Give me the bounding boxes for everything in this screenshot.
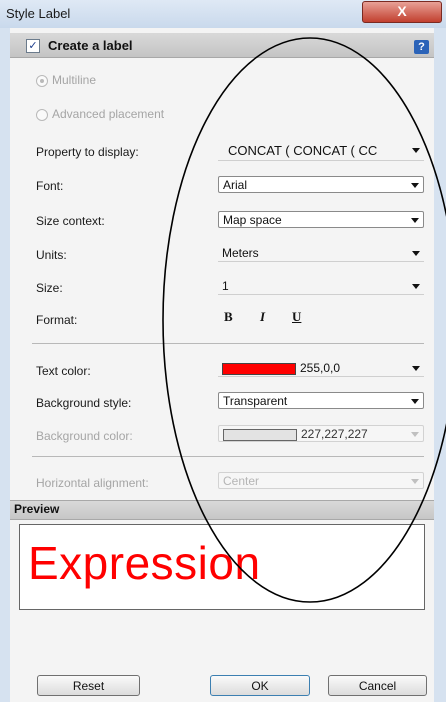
chevron-down-icon <box>412 148 420 153</box>
background-style-label: Background style: <box>36 396 132 410</box>
chevron-down-icon <box>412 366 420 371</box>
chevron-down-icon <box>411 479 419 484</box>
text-color-label: Text color: <box>36 364 91 378</box>
style-label-dialog: Style Label X ✓ Create a label ? Multili… <box>0 0 446 702</box>
chevron-down-icon <box>411 399 419 404</box>
advanced-placement-label: Advanced placement <box>52 107 165 121</box>
radio-dot <box>40 79 44 83</box>
chevron-down-icon <box>412 251 420 256</box>
size-label: Size: <box>36 281 63 295</box>
text-color-value: 255,0,0 <box>300 361 341 375</box>
property-label: Property to display: <box>36 145 139 159</box>
horizontal-alignment-label: Horizontal alignment: <box>36 476 149 490</box>
units-value: Meters <box>222 246 259 260</box>
units-label: Units: <box>36 248 67 262</box>
size-value: 1 <box>222 279 229 293</box>
text-color-picker[interactable]: 255,0,0 <box>218 360 424 377</box>
help-icon[interactable]: ? <box>414 40 429 54</box>
font-dropdown[interactable]: Arial <box>218 176 424 193</box>
format-label: Format: <box>36 313 78 327</box>
preview-title: Preview <box>14 502 60 516</box>
property-dropdown[interactable]: CONCAT ( CONCAT ( CC <box>218 142 424 161</box>
cancel-button[interactable]: Cancel <box>328 675 427 696</box>
background-color-value: 227,227,227 <box>301 427 368 441</box>
background-style-value: Transparent <box>223 394 288 408</box>
horizontal-alignment-dropdown[interactable]: Center <box>218 472 424 489</box>
chevron-down-icon <box>412 284 420 289</box>
units-dropdown[interactable]: Meters <box>218 245 424 262</box>
window-frame-right <box>434 28 446 702</box>
size-combobox[interactable]: 1 <box>218 278 424 295</box>
window-frame-left <box>0 28 10 702</box>
underline-button[interactable]: U <box>292 309 301 325</box>
size-context-value: Map space <box>223 213 282 227</box>
window-title: Style Label <box>6 6 71 21</box>
create-label-text: Create a label <box>48 38 133 53</box>
horizontal-alignment-value: Center <box>223 474 260 488</box>
create-label-checkbox[interactable]: ✓ <box>26 39 40 53</box>
ok-button[interactable]: OK <box>210 675 310 696</box>
font-value: Arial <box>223 178 248 192</box>
chevron-down-icon <box>411 432 419 437</box>
background-color-swatch <box>223 429 297 441</box>
multiline-label: Multiline <box>52 73 97 87</box>
close-button[interactable]: X <box>362 1 442 23</box>
background-color-picker[interactable]: 227,227,227 <box>218 425 424 442</box>
chevron-down-icon <box>411 218 419 223</box>
preview-header <box>10 500 434 520</box>
property-value: CONCAT ( CONCAT ( CC <box>228 143 378 158</box>
background-style-dropdown[interactable]: Transparent <box>218 392 424 409</box>
italic-button[interactable]: I <box>260 309 265 325</box>
text-color-swatch <box>222 363 296 375</box>
bold-button[interactable]: B <box>224 309 233 325</box>
separator <box>32 456 424 457</box>
background-color-label: Background color: <box>36 429 133 443</box>
multiline-radio[interactable] <box>36 75 48 87</box>
title-bar: Style Label X <box>0 0 446 29</box>
preview-text: Expression <box>28 537 261 589</box>
font-label: Font: <box>36 179 64 193</box>
separator <box>32 343 424 344</box>
size-context-label: Size context: <box>36 214 105 228</box>
size-context-dropdown[interactable]: Map space <box>218 211 424 228</box>
advanced-placement-radio[interactable] <box>36 109 48 121</box>
chevron-down-icon <box>411 183 419 188</box>
reset-button[interactable]: Reset <box>37 675 140 696</box>
